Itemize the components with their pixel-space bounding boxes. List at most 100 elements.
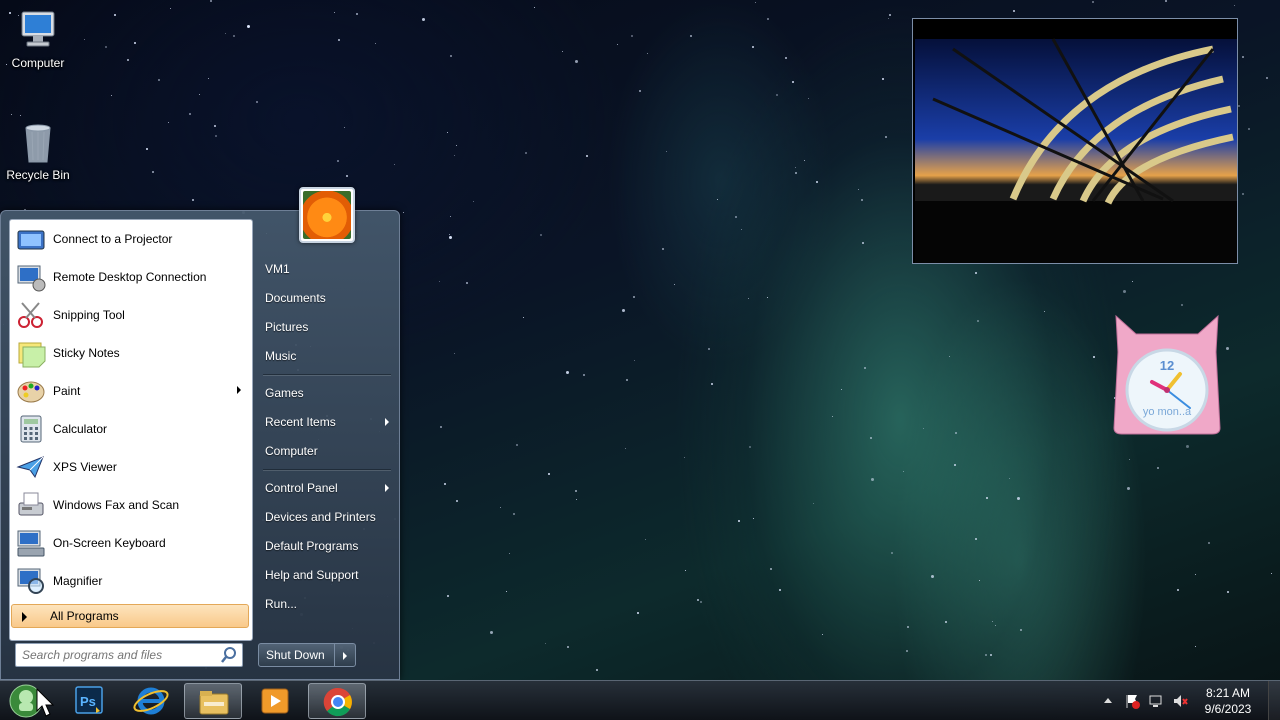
start-link-control-panel[interactable]: Control Panel (257, 475, 393, 501)
shutdown-options-arrow[interactable] (335, 644, 355, 666)
star (753, 518, 754, 519)
star (816, 181, 818, 183)
star (1195, 646, 1196, 647)
star (233, 35, 235, 37)
start-link-devices-and-printers[interactable]: Devices and Printers (257, 504, 393, 530)
star (955, 432, 957, 434)
star (456, 145, 457, 146)
star (506, 591, 507, 592)
star (622, 309, 625, 312)
star (1165, 0, 1167, 2)
star (906, 650, 908, 652)
star (545, 643, 546, 644)
star (84, 39, 85, 40)
star (586, 155, 588, 157)
star (882, 78, 884, 80)
start-link-games[interactable]: Games (257, 380, 393, 406)
taskbar-button-photoshop[interactable]: Ps (60, 683, 118, 719)
program-item-calculator[interactable]: Calculator (11, 411, 249, 447)
star (523, 317, 524, 318)
start-link-label: Devices and Printers (265, 510, 376, 524)
submenu-arrow-icon (385, 418, 389, 426)
star (752, 46, 754, 48)
separator (263, 374, 391, 375)
clock-gadget[interactable]: 12 yo mon..a (1108, 312, 1226, 442)
program-item-remote-desktop-connection[interactable]: Remote Desktop Connection (11, 259, 249, 295)
start-link-vm1[interactable]: VM1 (257, 256, 393, 282)
show-hidden-icons-arrow[interactable] (1100, 693, 1116, 709)
start-link-computer[interactable]: Computer (257, 438, 393, 464)
star (356, 13, 358, 15)
start-link-recent-items[interactable]: Recent Items (257, 409, 393, 435)
program-item-sticky-notes[interactable]: Sticky Notes (11, 335, 249, 371)
volume-muted-icon[interactable] (1172, 693, 1188, 709)
start-link-default-programs[interactable]: Default Programs (257, 533, 393, 559)
slideshow-gadget[interactable] (912, 18, 1238, 264)
star (596, 669, 598, 671)
search-icon[interactable] (218, 644, 242, 666)
start-link-music[interactable]: Music (257, 343, 393, 369)
star (903, 471, 904, 472)
star (1181, 304, 1183, 306)
search-input[interactable] (22, 648, 218, 662)
star (792, 81, 794, 83)
star (795, 167, 796, 168)
taskbar-button-file-explorer[interactable] (184, 683, 242, 719)
star (979, 580, 980, 581)
start-link-label: Games (265, 386, 304, 400)
star (631, 35, 633, 37)
taskbar-button-internet-explorer[interactable] (122, 683, 180, 719)
star (977, 320, 979, 322)
start-link-pictures[interactable]: Pictures (257, 314, 393, 340)
star (567, 646, 569, 648)
action-center-flag-icon[interactable] (1124, 693, 1140, 709)
all-programs-button[interactable]: All Programs (11, 604, 249, 628)
star (575, 490, 577, 492)
user-picture[interactable] (299, 187, 355, 243)
star (170, 8, 171, 9)
star (633, 296, 635, 298)
star (208, 78, 209, 79)
star (583, 374, 585, 376)
star (871, 478, 874, 481)
star (1127, 487, 1130, 490)
program-item-windows-fax-and-scan[interactable]: Windows Fax and Scan (11, 487, 249, 523)
taskbar-button-chrome[interactable] (308, 683, 366, 719)
program-item-on-screen-keyboard[interactable]: On-Screen Keyboard (11, 525, 249, 561)
program-item-connect-to-a-projector[interactable]: Connect to a Projector (11, 221, 249, 257)
star (114, 14, 116, 16)
start-link-documents[interactable]: Documents (257, 285, 393, 311)
desktop-icon-computer[interactable]: Computer (0, 8, 76, 70)
clock-time: 8:21 AM (1205, 686, 1251, 700)
taskbar-clock[interactable]: 8:21 AM 9/6/2023 (1196, 685, 1260, 717)
taskbar-button-media-player[interactable] (246, 683, 304, 719)
program-item-magnifier[interactable]: Magnifier (11, 563, 249, 599)
chrome-icon (323, 687, 352, 717)
sticky-notes-icon (15, 337, 47, 369)
network-icon[interactable] (1148, 693, 1164, 709)
program-item-snipping-tool[interactable]: Snipping Tool (11, 297, 249, 333)
star (808, 98, 809, 99)
star (861, 199, 863, 201)
star (500, 507, 501, 508)
star (509, 553, 510, 554)
star (617, 44, 618, 45)
star (697, 599, 699, 601)
star (647, 53, 648, 54)
star (1020, 629, 1022, 631)
star (513, 513, 515, 515)
shutdown-button[interactable]: Shut Down (259, 644, 335, 666)
star (889, 14, 891, 16)
start-link-help-and-support[interactable]: Help and Support (257, 562, 393, 588)
computer-icon (16, 8, 60, 52)
show-desktop-button[interactable] (1268, 681, 1280, 720)
desktop-icon-recycle-bin[interactable]: Recycle Bin (0, 120, 76, 182)
program-item-xps-viewer[interactable]: XPS Viewer (11, 449, 249, 485)
search-box[interactable] (15, 643, 243, 667)
paint-palette-icon (15, 375, 47, 407)
start-link-run[interactable]: Run... (257, 591, 393, 617)
program-item-paint[interactable]: Paint (11, 373, 249, 409)
magnifier-icon (15, 565, 47, 597)
submenu-arrow-icon (237, 386, 241, 394)
star (214, 125, 216, 127)
